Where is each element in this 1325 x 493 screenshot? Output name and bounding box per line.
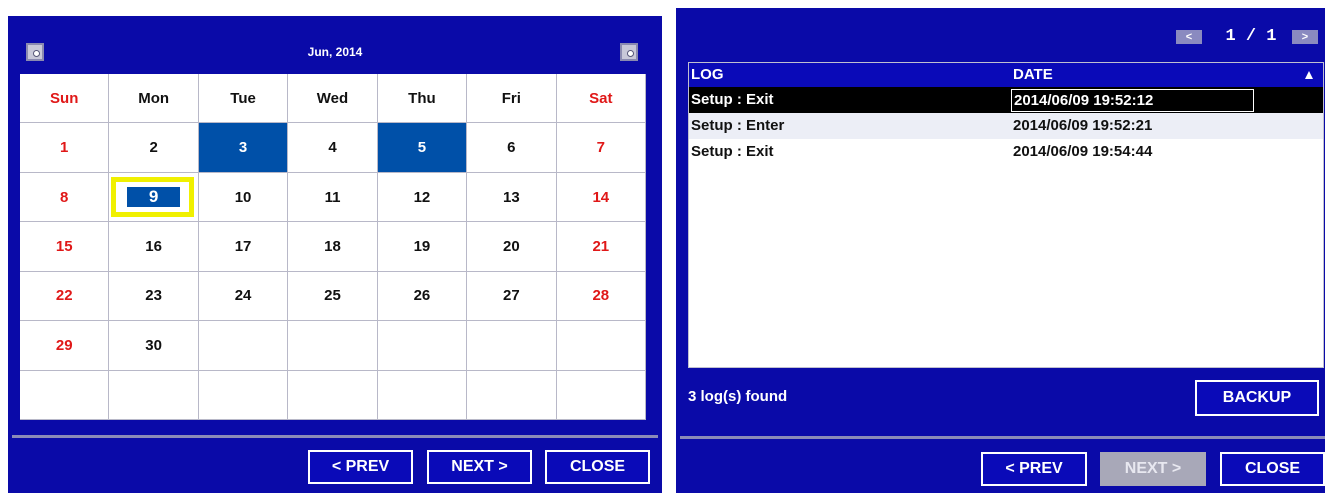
calendar-day[interactable]: 13 [467,172,557,223]
calendar-empty-cell [377,321,468,371]
calendar-day[interactable]: 5 [377,123,468,173]
calendar-close-button[interactable]: CLOSE [545,450,650,484]
log-panel: < 1 / 1 > LOG DATE Setup : Exit 2014/06/… [676,8,1325,493]
next-month-icon[interactable] [620,43,638,61]
divider [680,436,1325,439]
calendar-day[interactable]: 28 [556,271,646,322]
page-indicator: 1 / 1 [1225,27,1277,46]
log-cell: Setup : Exit [691,143,774,160]
calendar-day[interactable]: 24 [198,271,289,322]
log-cell: Setup : Exit [691,91,774,108]
log-close-button[interactable]: CLOSE [1220,452,1325,486]
page-prev-icon[interactable]: < [1176,30,1202,44]
selected-day-label: 9 [126,187,181,208]
calendar-day[interactable]: 19 [377,222,468,272]
log-prev-button[interactable]: < PREV [981,452,1087,486]
calendar-empty-cell [109,370,199,420]
calendar-empty-cell [556,321,646,371]
calendar-next-button[interactable]: NEXT > [427,450,532,484]
table-row[interactable]: Setup : Exit 2014/06/09 19:52:12 [689,87,1323,113]
calendar-prev-button[interactable]: < PREV [308,450,413,484]
pager: < 1 / 1 > [1176,26,1318,48]
divider [12,435,658,438]
calendar-day[interactable]: 15 [20,222,110,272]
sort-ascending-icon[interactable] [1305,71,1313,79]
column-header-log[interactable]: LOG [691,66,724,83]
weekday-header: Fri [467,74,557,124]
log-table: LOG DATE Setup : Exit 2014/06/09 19:52:1… [688,62,1324,368]
calendar-day[interactable]: 1 [20,123,110,173]
calendar-day[interactable]: 30 [109,321,199,371]
calendar-empty-cell [198,321,289,371]
calendar-day[interactable]: 7 [556,123,646,173]
calendar-day[interactable]: 3 [198,123,289,173]
calendar-day[interactable]: 17 [198,222,289,272]
calendar-day[interactable]: 18 [288,222,378,272]
date-cell: 2014/06/09 19:54:44 [1013,143,1153,160]
calendar-day[interactable]: 25 [288,271,378,322]
calendar-empty-cell [556,370,646,420]
table-row[interactable]: Setup : Exit 2014/06/09 19:54:44 [689,139,1323,165]
calendar-day[interactable]: 20 [467,222,557,272]
calendar-day[interactable]: 16 [109,222,199,272]
date-cell: 2014/06/09 19:52:12 [1011,89,1255,112]
log-cell: Setup : Enter [691,117,785,134]
calendar-day[interactable]: 6 [467,123,557,173]
calendar-empty-cell [198,370,289,420]
calendar-day[interactable]: 2 [109,123,199,173]
calendar-empty-cell [288,370,378,420]
calendar-grid: Sun Mon Tue Wed Thu Fri Sat 1 2 3 4 5 6 7 8 9 10 11 12 13 14… [20,74,646,420]
calendar-day[interactable]: 29 [20,321,110,371]
calendar-month-title: Jun, 2014 [307,45,363,59]
weekday-header: Sat [556,74,646,124]
calendar-day[interactable]: 12 [377,172,468,223]
calendar-empty-cell [467,321,557,371]
table-row[interactable]: Setup : Enter 2014/06/09 19:52:21 [689,113,1323,139]
calendar-day[interactable]: 4 [288,123,378,173]
calendar-empty-cell [20,370,110,420]
log-count-text: 3 log(s) found [688,388,788,405]
column-header-date[interactable]: DATE [1013,66,1053,83]
calendar-day[interactable]: 23 [109,271,199,322]
calendar-empty-cell [467,370,557,420]
calendar-day[interactable]: 10 [198,172,289,223]
calendar-day[interactable]: 9 [109,172,199,223]
weekday-header: Thu [377,74,468,124]
calendar-empty-cell [377,370,468,420]
calendar-day[interactable]: 21 [556,222,646,272]
weekday-header: Mon [109,74,199,124]
calendar-day[interactable]: 8 [20,172,110,223]
date-cell: 2014/06/09 19:52:21 [1013,117,1153,134]
calendar-day[interactable]: 11 [288,172,378,223]
calendar-panel: Jun, 2014 Sun Mon Tue Wed Thu Fri Sat 1 2 3 4 5 6 7 8 9… [8,16,662,493]
page-next-icon[interactable]: > [1292,30,1318,44]
weekday-header: Tue [198,74,289,124]
backup-button[interactable]: BACKUP [1195,380,1319,416]
log-table-header: LOG DATE [689,63,1323,87]
calendar-day[interactable]: 14 [556,172,646,223]
weekday-header: Sun [20,74,110,124]
log-next-button: NEXT > [1100,452,1206,486]
weekday-header: Wed [288,74,378,124]
calendar-empty-cell [288,321,378,371]
log-rows: Setup : Exit 2014/06/09 19:52:12 Setup :… [689,87,1323,165]
calendar-day[interactable]: 22 [20,271,110,322]
calendar-day[interactable]: 26 [377,271,468,322]
calendar-day[interactable]: 27 [467,271,557,322]
